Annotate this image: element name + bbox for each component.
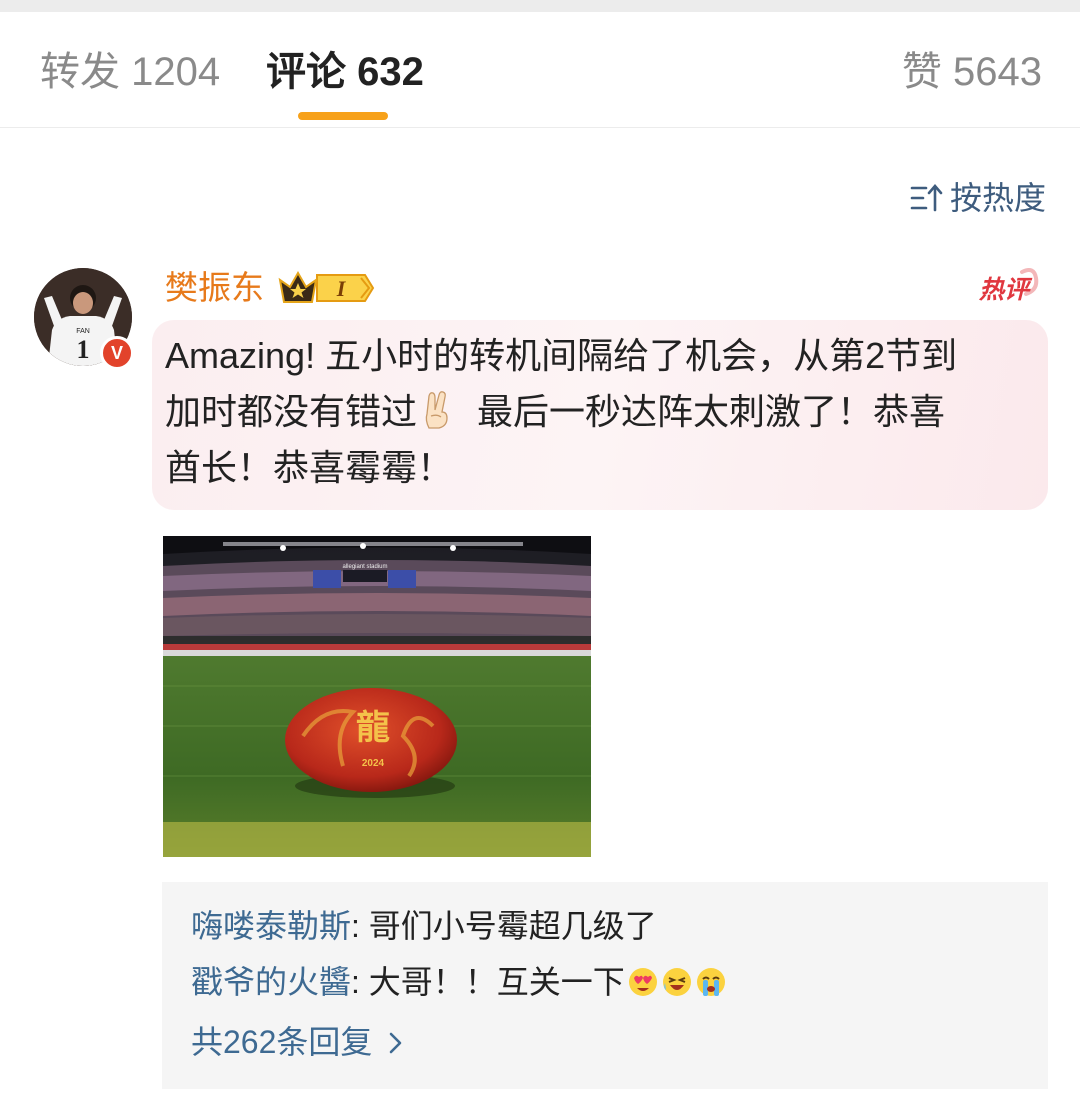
heart-eyes-emoji-icon bbox=[628, 968, 657, 996]
reply-colon: : bbox=[351, 964, 369, 1000]
comment-username[interactable]: 樊振东 bbox=[165, 268, 264, 308]
svg-text:FAN: FAN bbox=[76, 328, 90, 335]
tab-comment-count: 632 bbox=[357, 50, 424, 94]
tab-bar: 转发 1204 评论 632 赞 5643 bbox=[0, 12, 1080, 128]
photo-stadium-label: allegiant stadium bbox=[342, 564, 387, 570]
hot-tag-label: 热评 bbox=[978, 275, 1033, 304]
comment-line-2a: 加时都没有错过 bbox=[165, 391, 418, 432]
reply-text: 大哥！！互关一下 bbox=[368, 964, 625, 1000]
chevron-right-icon bbox=[390, 1032, 402, 1054]
replies-panel: 嗨喽泰勒斯: 哥们小号霉超几级了 戳爷的火醬: 大哥！！互关一下 共262条回复 bbox=[162, 882, 1048, 1089]
crying-emoji-icon bbox=[696, 968, 725, 996]
hot-comment-badge: 热评 bbox=[974, 264, 1040, 315]
svg-text:1: 1 bbox=[77, 335, 90, 364]
more-replies-link[interactable]: 共262条回复 bbox=[191, 1022, 404, 1062]
laughing-emoji-icon bbox=[662, 968, 691, 996]
tab-repost-count: 1204 bbox=[131, 50, 221, 94]
tab-like[interactable]: 赞 5643 bbox=[902, 50, 1042, 94]
comment-line-2b: 最后一秒达阵太刺激了！恭喜 bbox=[467, 391, 946, 432]
tab-comment[interactable]: 评论 632 bbox=[266, 50, 424, 94]
reply-item[interactable]: 戳爷的火醬: 大哥！！互关一下 bbox=[191, 962, 727, 1002]
comment-line-2: 加时都没有错过 最后一秒达阵太刺激了！恭喜 bbox=[165, 384, 1035, 440]
tab-like-label: 赞 bbox=[901, 50, 942, 94]
sort-by-hot-button[interactable]: 按热度 bbox=[910, 178, 1046, 218]
reply-author[interactable]: 嗨喽泰勒斯 bbox=[191, 908, 351, 944]
level-number: I bbox=[336, 276, 347, 301]
active-tab-indicator bbox=[298, 112, 388, 120]
reply-text: 哥们小号霉超几级了 bbox=[368, 908, 657, 944]
comment-line-3: 酋长！恭喜霉霉！ bbox=[165, 447, 454, 488]
level-crown-badge: I bbox=[277, 270, 377, 311]
sort-label: 按热度 bbox=[949, 180, 1046, 216]
tab-repost[interactable]: 转发 1204 bbox=[40, 50, 220, 94]
comment-text: Amazing! 五小时的转机间隔给了机会，从第2节到 加时都没有错过 最后一秒… bbox=[165, 328, 1035, 496]
reply-item[interactable]: 嗨喽泰勒斯: 哥们小号霉超几级了 bbox=[191, 906, 657, 946]
top-strip bbox=[0, 0, 1080, 12]
reply-author[interactable]: 戳爷的火醬 bbox=[191, 964, 351, 1000]
tab-repost-label: 转发 bbox=[40, 50, 120, 94]
tab-like-count: 5643 bbox=[953, 50, 1042, 94]
more-replies-label: 共262条回复 bbox=[191, 1024, 373, 1060]
comment-photo[interactable]: allegiant stadium 龍 2024 bbox=[163, 536, 591, 857]
reply-colon: : bbox=[351, 908, 369, 944]
photo-ball-char: 龍 bbox=[356, 708, 390, 748]
victory-hand-emoji-icon bbox=[425, 391, 448, 429]
verified-badge-icon: V bbox=[100, 336, 134, 370]
sort-icon bbox=[910, 183, 944, 213]
tab-comment-label: 评论 bbox=[266, 50, 346, 94]
comment-line-1: Amazing! 五小时的转机间隔给了机会，从第2节到 bbox=[165, 335, 958, 376]
photo-ball-year: 2024 bbox=[362, 758, 385, 769]
